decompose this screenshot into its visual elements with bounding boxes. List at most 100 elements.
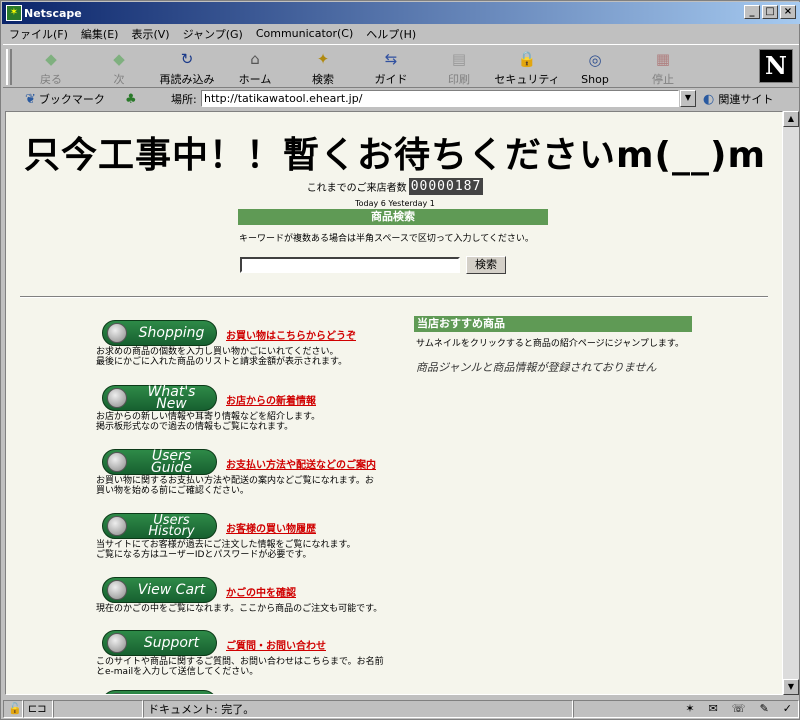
- search-note: キーワードが複数ある場合は半角スペースで区切って入力してください。: [239, 234, 534, 244]
- guide-icon: ⇆: [384, 50, 398, 68]
- bookmarks-icon: ❦: [25, 91, 36, 107]
- browser-window: ✶ Netscape _ □ × ファイル(F) 編集(E) 表示(V) ジャン…: [0, 0, 800, 720]
- netcaster-icon[interactable]: ✓: [783, 702, 792, 715]
- page-proxy-icon[interactable]: ♣: [125, 92, 137, 107]
- page-heading: 只今工事中！！暫くお待ちくださいm(__)m: [24, 135, 766, 176]
- back-icon: ◆: [45, 50, 57, 68]
- view-cart-description: 現在のかごの中をご覧になれます。ここから商品のご注文も可能です。: [96, 604, 383, 614]
- search-button[interactable]: ✦ 検索: [289, 45, 357, 87]
- whats-new-link[interactable]: お店からの新着情報: [226, 392, 316, 407]
- button-knob-icon: [107, 323, 127, 343]
- product-search-header: 商品検索: [238, 209, 548, 225]
- guide-button[interactable]: ⇆ ガイド: [357, 45, 425, 87]
- navigator-icon[interactable]: ✶: [685, 702, 694, 715]
- home-button[interactable]: ⌂ ホーム: [221, 45, 289, 87]
- chevron-down-icon: ▼: [684, 93, 692, 102]
- whats-new-button[interactable]: What's New: [102, 385, 217, 411]
- users-history-link[interactable]: お客様の買い物履歴: [226, 520, 316, 535]
- home-icon: ⌂: [250, 50, 260, 68]
- security-icon: 🔒: [517, 50, 537, 68]
- daily-visits: Today 6 Yesterday 1: [355, 199, 435, 208]
- stop-button[interactable]: ▦ 停止: [629, 45, 697, 87]
- composer-icon[interactable]: ✎: [760, 702, 769, 715]
- scroll-up-button[interactable]: ▲: [783, 111, 799, 127]
- shopping-button[interactable]: Shopping: [102, 320, 217, 346]
- support-link[interactable]: ご質問・お問い合わせ: [226, 637, 326, 652]
- users-guide-description: お買い物に関するお支払い方法や配送の案内などご覧になれます。お 買い物を始める前…: [96, 476, 374, 496]
- support-description: このサイトや商品に関するご質問、お問い合わせはこちらまで。お名前 とe-mail…: [96, 657, 384, 677]
- close-button[interactable]: ×: [780, 5, 796, 19]
- location-url-field[interactable]: http://tatikawatool.eheart.jp/: [201, 90, 679, 107]
- print-icon: ▤: [451, 50, 467, 68]
- divider: [20, 296, 768, 298]
- button-knob-icon: [107, 388, 127, 408]
- title-bar: ✶ Netscape _ □ ×: [2, 2, 800, 24]
- button-knob-icon: [107, 516, 127, 536]
- progress-panel: [53, 699, 143, 718]
- related-sites-icon: ◐: [703, 91, 715, 107]
- view-cart-link[interactable]: かごの中を確認: [226, 584, 296, 599]
- menu-bar: ファイル(F) 編集(E) 表示(V) ジャンプ(G) Communicator…: [3, 24, 799, 43]
- reload-button[interactable]: ↻ 再読み込み: [153, 45, 221, 87]
- netscape-app-icon: ✶: [6, 5, 22, 21]
- vertical-scrollbar[interactable]: ▲ ▼: [783, 111, 799, 695]
- button-knob-icon: [107, 633, 127, 653]
- minimize-button[interactable]: _: [744, 5, 760, 19]
- whats-new-description: お店からの新しい情報や耳寄り情報などを紹介します。 掲示板形式なので過去の情報も…: [96, 412, 321, 432]
- location-label: 場所:: [171, 93, 197, 106]
- button-knob-icon: [107, 580, 127, 600]
- back-button[interactable]: ◆ 戻る: [17, 45, 85, 87]
- button-knob-icon: [107, 452, 127, 472]
- search-submit-button[interactable]: 検索: [466, 256, 506, 274]
- netscape-logo[interactable]: N: [759, 49, 793, 83]
- shopping-description: お求めの商品の個数を入力し買い物かごにいれてください。 最後にかごに入れた商品の…: [96, 347, 348, 367]
- discussion-icon[interactable]: ☏: [732, 702, 746, 715]
- shopping-link[interactable]: お買い物はこちらからどうぞ: [226, 327, 356, 342]
- related-sites-button[interactable]: ◐ 関連サイト: [703, 91, 773, 107]
- recommended-empty-message: 商品ジャンルと商品情報が登録されておりません: [416, 361, 657, 374]
- print-button[interactable]: ▤ 印刷: [425, 45, 493, 87]
- stop-icon: ▦: [655, 50, 671, 68]
- menu-communicator[interactable]: Communicator(C): [256, 27, 353, 40]
- status-text: ドキュメント: 完了。: [143, 699, 573, 718]
- shop-button[interactable]: ◎ Shop: [561, 45, 629, 87]
- visitor-counter: これまでのご来店者数 00000187: [6, 178, 782, 195]
- page-content: 只今工事中！！暫くお待ちくださいm(__)m これまでのご来店者数 000001…: [5, 111, 783, 695]
- users-guide-button[interactable]: Users Guide: [102, 449, 217, 475]
- menu-go[interactable]: ジャンプ(G): [183, 26, 243, 42]
- url-history-dropdown[interactable]: ▼: [680, 90, 696, 107]
- navigation-toolbar: ◆ 戻る ◆ 次 ↻ 再読み込み ⌂ ホーム ✦ 検索 ⇆ ガイド ▤ 印刷 🔒 セキュリティ …: [3, 44, 799, 88]
- mail-icon[interactable]: ✉: [709, 702, 718, 715]
- component-bar: ✶ ✉ ☏ ✎ ✓: [573, 699, 799, 718]
- security-button[interactable]: 🔒 セキュリティ: [493, 45, 561, 87]
- users-guide-link[interactable]: お支払い方法や配送などのご案内: [226, 456, 376, 471]
- menu-view[interactable]: 表示(V): [131, 26, 169, 42]
- menu-edit[interactable]: 編集(E): [81, 26, 119, 42]
- menu-file[interactable]: ファイル(F): [9, 26, 68, 42]
- reload-icon: ↻: [180, 50, 194, 68]
- recommended-header: 当店おすすめ商品: [414, 316, 692, 332]
- counter-label: これまでのご来店者数: [306, 183, 407, 194]
- recommended-note: サムネイルをクリックすると商品の紹介ページにジャンプします。: [416, 339, 685, 349]
- button-knob-icon: [107, 693, 127, 694]
- support-button[interactable]: Support: [102, 630, 217, 656]
- menu-help[interactable]: ヘルプ(H): [366, 26, 416, 42]
- toolbar-grip[interactable]: [6, 49, 12, 85]
- scroll-down-button[interactable]: ▼: [783, 679, 799, 695]
- maximize-button[interactable]: □: [762, 5, 778, 19]
- view-cart-button[interactable]: View Cart: [102, 577, 217, 603]
- users-history-description: 当サイトにてお客様が過去にご注文した情報をご覧になれます。 ご覧になる方はユーザ…: [96, 540, 356, 560]
- connection-icon: ⊏⊐: [23, 699, 53, 718]
- bookmarks-button[interactable]: ❦ ブックマーク: [25, 91, 105, 107]
- users-history-button[interactable]: Users History: [102, 513, 217, 539]
- arrow-up-icon: ▲: [787, 114, 795, 123]
- forward-button[interactable]: ◆ 次: [85, 45, 153, 87]
- security-lock-icon[interactable]: 🔓: [3, 699, 23, 718]
- shop-icon: ◎: [588, 51, 602, 69]
- counter-digits: 00000187: [408, 178, 484, 195]
- search-icon: ✦: [316, 50, 330, 68]
- search-input[interactable]: [240, 257, 460, 273]
- next-nav-button-partial[interactable]: [102, 690, 217, 694]
- window-title: Netscape: [24, 6, 82, 20]
- status-bar: 🔓 ⊏⊐ ドキュメント: 完了。 ✶ ✉ ☏ ✎ ✓: [3, 698, 799, 719]
